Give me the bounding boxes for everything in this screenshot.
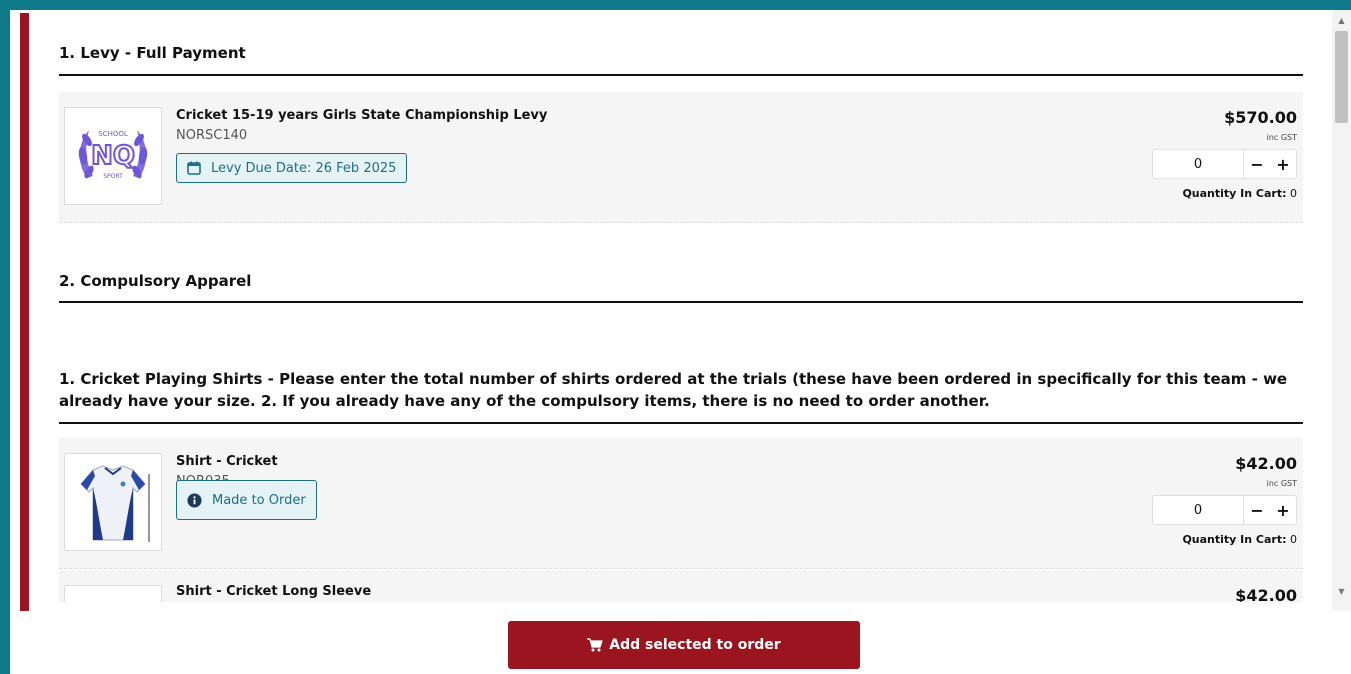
badge-text: Levy Due Date: 26 Feb 2025	[211, 160, 397, 176]
add-selected-to-order-button[interactable]: Add selected to order	[508, 621, 860, 669]
product-price: $42.00	[1235, 586, 1297, 602]
product-image	[64, 585, 162, 602]
cart-icon	[587, 638, 603, 652]
decrease-quantity-button[interactable]: −	[1244, 150, 1270, 178]
logo-text-top: SCHOOL	[98, 130, 128, 138]
product-panel: 1. Levy - Full Payment SCHOOL NQ SPORT C…	[10, 10, 1351, 674]
in-cart-label: Quantity In Cart:	[1182, 533, 1287, 546]
scroll-down-icon[interactable]: ▼	[1332, 584, 1351, 600]
section-heading-text: 1. Levy - Full Payment	[59, 44, 246, 62]
decrease-quantity-button[interactable]: −	[1244, 496, 1270, 524]
quantity-input[interactable]	[1153, 150, 1244, 178]
product-image: SCHOOL NQ SPORT	[64, 107, 162, 205]
section-heading-levy: 1. Levy - Full Payment	[59, 44, 1303, 76]
product-price: $570.00	[1224, 108, 1297, 127]
apparel-note: 1. Cricket Playing Shirts - Please enter…	[59, 368, 1303, 424]
product-list: 1. Levy - Full Payment SCHOOL NQ SPORT C…	[29, 10, 1332, 602]
scrollbar[interactable]: ▲ ▼	[1332, 10, 1351, 611]
increase-quantity-button[interactable]: +	[1270, 496, 1296, 524]
nq-school-sport-logo: SCHOOL NQ SPORT	[78, 130, 148, 180]
product-card: Shirt - Cricket NOR035 Made to Order $42…	[59, 438, 1303, 569]
gst-note: inc GST	[1266, 479, 1297, 488]
calendar-icon	[187, 161, 201, 175]
add-button-label: Add selected to order	[609, 637, 781, 653]
accent-bar	[20, 13, 29, 611]
product-image	[64, 453, 162, 551]
product-card: Shirt - Cricket Long Sleeve $42.00	[59, 570, 1303, 602]
product-card: SCHOOL NQ SPORT Cricket 15-19 years Girl…	[59, 92, 1303, 223]
product-code: NORSC140	[176, 128, 248, 143]
logo-text-main: NQ	[91, 141, 135, 171]
quantity-in-cart: Quantity In Cart: 0	[1182, 187, 1297, 200]
scroll-thumb[interactable]	[1335, 31, 1348, 123]
product-name: Shirt - Cricket	[176, 454, 278, 469]
product-name: Cricket 15-19 years Girls State Champion…	[176, 108, 548, 123]
logo-text-bottom: SPORT	[103, 173, 123, 180]
levy-due-badge: Levy Due Date: 26 Feb 2025	[176, 153, 408, 183]
cricket-shirt-image	[80, 465, 150, 542]
quantity-input[interactable]	[1153, 496, 1244, 524]
in-cart-value: 0	[1290, 187, 1297, 200]
quantity-stepper: − +	[1152, 149, 1297, 179]
section-heading-apparel: 2. Compulsory Apparel	[59, 272, 1303, 303]
made-to-order-badge: Made to Order	[176, 480, 317, 520]
info-icon	[187, 492, 202, 508]
badge-text: Made to Order	[212, 492, 306, 508]
quantity-stepper: − +	[1152, 495, 1297, 525]
quantity-in-cart: Quantity In Cart: 0	[1182, 533, 1297, 546]
product-price: $42.00	[1235, 454, 1297, 473]
gst-note: inc GST	[1266, 133, 1297, 142]
section-heading-text: 2. Compulsory Apparel	[59, 272, 252, 290]
increase-quantity-button[interactable]: +	[1270, 150, 1296, 178]
product-name: Shirt - Cricket Long Sleeve	[176, 584, 372, 599]
scroll-up-icon[interactable]: ▲	[1332, 13, 1351, 29]
in-cart-label: Quantity In Cart:	[1182, 187, 1287, 200]
in-cart-value: 0	[1290, 533, 1297, 546]
